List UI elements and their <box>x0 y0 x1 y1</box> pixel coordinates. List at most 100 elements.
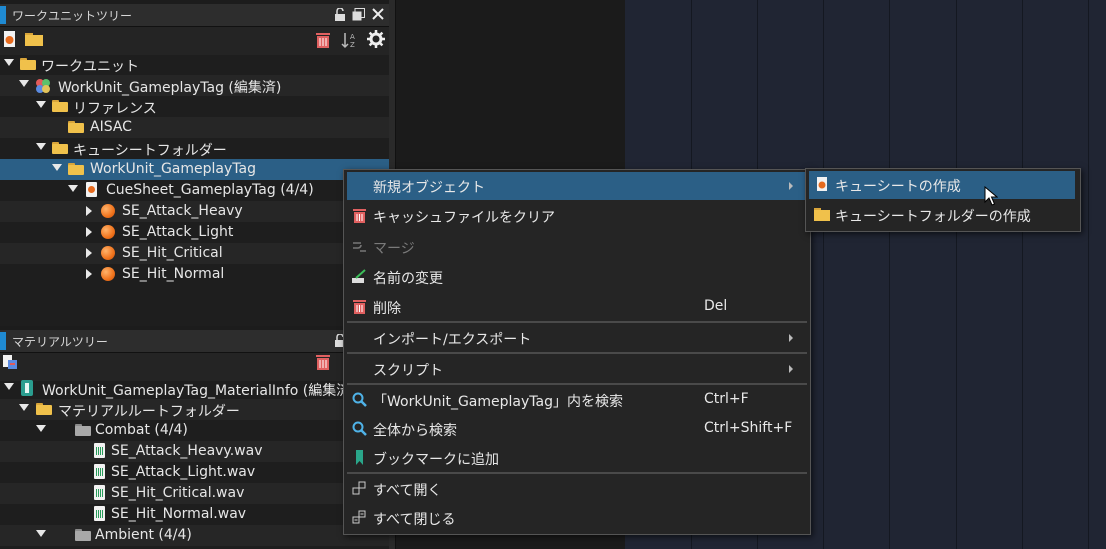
wave-file-icon <box>94 443 105 458</box>
menu-item-bookmark[interactable]: ブックマークに追加 <box>347 444 807 472</box>
menu-item-create-cuesheet[interactable]: キューシートの作成 <box>809 171 1075 199</box>
tree-label: ワークユニット <box>41 59 139 75</box>
expand-toggle[interactable] <box>68 185 78 192</box>
expand-toggle[interactable] <box>52 164 62 171</box>
search-icon <box>352 392 367 407</box>
cuesheet-icon <box>86 182 97 197</box>
cue-icon <box>101 204 115 218</box>
tree-row[interactable]: SE_Hit_Critical.wav <box>0 483 389 504</box>
folder-icon <box>68 163 84 175</box>
panel-title-bar: ワークユニットツリー <box>0 4 389 27</box>
new-object-submenu: キューシートの作成 キューシートフォルダーの作成 <box>805 168 1081 232</box>
trash-icon[interactable] <box>315 31 331 49</box>
tree-row[interactable]: AISAC <box>0 117 389 138</box>
timeline-gridline <box>889 0 890 549</box>
menu-item-label: キューシートの作成 <box>835 179 961 195</box>
tree-label: リファレンス <box>73 101 157 117</box>
tree-row[interactable]: SE_Hit_Normal <box>0 264 389 285</box>
sort-icon[interactable]: AZ <box>341 31 361 49</box>
menu-item-delete[interactable]: 削除 Del <box>347 293 807 321</box>
rename-icon <box>352 269 367 284</box>
menu-item-collapse-all[interactable]: すべて閉じる <box>347 504 807 532</box>
expand-toggle[interactable] <box>4 59 14 66</box>
tree-row[interactable]: リファレンス <box>0 96 389 117</box>
svg-text:A: A <box>350 33 355 41</box>
menu-item-search-in[interactable]: 「WorkUnit_GameplayTag」内を検索 Ctrl+F <box>347 386 807 414</box>
cue-icon <box>101 267 115 281</box>
menu-item-search-all[interactable]: 全体から検索 Ctrl+Shift+F <box>347 415 807 443</box>
tree-label: WorkUnit_GameplayTag <box>90 161 256 177</box>
menu-item-rename[interactable]: 名前の変更 <box>347 263 807 291</box>
collapse-all-icon <box>352 510 367 525</box>
tree-row[interactable]: SE_Attack_Light.wav <box>0 462 389 483</box>
panel-title-bar: マテリアルツリー <box>0 330 389 353</box>
menu-item-new-object[interactable]: 新規オブジェクト <box>347 172 807 200</box>
context-menu: 新規オブジェクト キャッシュファイルをクリア マージ 名前の変更 削除 Del … <box>343 169 811 535</box>
trash-icon <box>352 208 367 223</box>
expand-toggle[interactable] <box>4 383 14 390</box>
tree-row[interactable]: WorkUnit_GameplayTag_MaterialInfo (編集済) <box>0 378 389 399</box>
expand-toggle[interactable] <box>36 425 46 432</box>
expand-toggle[interactable] <box>36 101 46 108</box>
menu-item-label: すべて開く <box>373 483 442 499</box>
menu-item-label: キャッシュファイルをクリア <box>373 210 555 226</box>
tree-row[interactable]: Combat (4/4) <box>0 420 389 441</box>
tree-row[interactable]: マテリアルルートフォルダー <box>0 399 389 420</box>
panel-title: マテリアルツリー <box>12 335 108 349</box>
menu-item-label: 削除 <box>373 301 401 317</box>
folder-icon <box>814 208 830 223</box>
material-info-icon <box>20 380 34 396</box>
panel-accent <box>0 332 6 350</box>
expand-toggle[interactable] <box>19 404 29 411</box>
tree-row[interactable]: SE_Attack_Heavy <box>0 201 389 222</box>
tree-row[interactable]: SE_Hit_Critical <box>0 243 389 264</box>
wave-file-icon <box>94 485 105 500</box>
tree-row[interactable]: WorkUnit_GameplayTag (編集済) <box>0 75 389 96</box>
expand-toggle[interactable] <box>86 206 92 216</box>
menu-item-clear-cache[interactable]: キャッシュファイルをクリア <box>347 202 807 230</box>
cue-icon <box>101 225 115 239</box>
folder-icon <box>75 424 91 436</box>
menu-separator <box>347 321 807 323</box>
import-material-icon[interactable] <box>2 354 18 370</box>
menu-item-shortcut: Ctrl+Shift+F <box>704 420 793 436</box>
expand-toggle[interactable] <box>36 530 46 537</box>
close-icon[interactable] <box>371 7 385 21</box>
menu-item-script[interactable]: スクリプト <box>347 355 807 383</box>
tree-row[interactable]: SE_Attack_Heavy.wav <box>0 441 389 462</box>
new-cuesheet-icon[interactable] <box>3 30 16 48</box>
menu-item-merge[interactable]: マージ <box>347 233 807 261</box>
submenu-arrow-icon <box>789 182 793 190</box>
lock-icon[interactable] <box>334 7 346 21</box>
menu-item-import-export[interactable]: インポート/エクスポート <box>347 324 807 352</box>
new-folder-icon[interactable] <box>25 33 43 46</box>
menu-item-label: スクリプト <box>373 363 443 379</box>
wave-file-icon <box>94 506 105 521</box>
menu-item-create-cuesheet-folder[interactable]: キューシートフォルダーの作成 <box>809 201 1075 229</box>
tree-row[interactable]: ワークユニット <box>0 54 389 75</box>
expand-toggle[interactable] <box>86 248 92 258</box>
menu-item-shortcut: Ctrl+F <box>704 391 749 407</box>
tree-row[interactable]: CueSheet_GameplayTag (4/4) <box>0 180 389 201</box>
tree-row[interactable]: SE_Hit_Normal.wav <box>0 504 389 525</box>
tree-label: SE_Attack_Heavy.wav <box>111 443 263 459</box>
menu-item-label: キューシートフォルダーの作成 <box>835 209 1031 225</box>
gear-icon[interactable] <box>367 30 385 48</box>
tree-label: SE_Hit_Normal <box>122 266 225 282</box>
tree-label: SE_Hit_Normal.wav <box>111 506 247 522</box>
tree-row[interactable]: Ambient (4/4) <box>0 525 389 546</box>
expand-toggle[interactable] <box>19 80 29 87</box>
tree-row[interactable]: キューシートフォルダー <box>0 138 389 159</box>
expand-toggle[interactable] <box>36 143 46 150</box>
folder-icon <box>20 58 36 70</box>
float-window-icon[interactable] <box>352 8 365 21</box>
expand-toggle[interactable] <box>86 269 92 279</box>
tree-row[interactable]: SE_Attack_Light <box>0 222 389 243</box>
trash-icon[interactable] <box>315 353 331 371</box>
menu-item-expand-all[interactable]: すべて開く <box>347 475 807 503</box>
menu-item-label: すべて閉じる <box>373 512 456 528</box>
panel-title: ワークユニットツリー <box>12 9 133 23</box>
expand-toggle[interactable] <box>86 227 92 237</box>
tree-row-selected[interactable]: WorkUnit_GameplayTag <box>0 159 389 180</box>
material-tree-panel: マテリアルツリー WorkUnit_GameplayTag_MaterialIn… <box>0 330 389 549</box>
